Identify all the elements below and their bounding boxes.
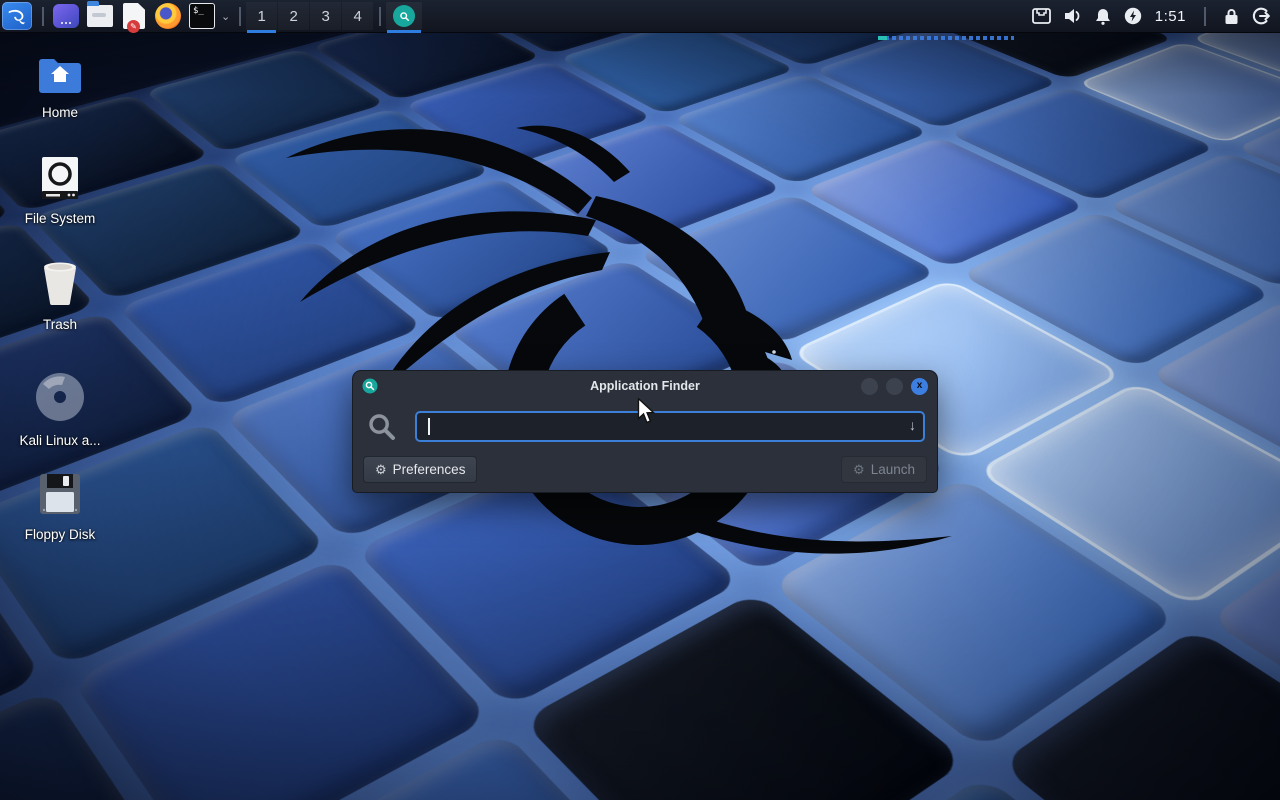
search-input[interactable] [415, 411, 925, 442]
launch-label: Launch [871, 462, 915, 477]
desktop-icon-label: Kali Linux a... [12, 433, 108, 448]
panel-separator [239, 7, 241, 26]
network-icon[interactable] [1032, 8, 1051, 24]
appfinder-taskbar-icon [393, 5, 415, 27]
firefox-icon [155, 3, 181, 29]
panel-separator [42, 7, 44, 26]
launch-gear-icon: ⚙ [853, 462, 865, 478]
clock[interactable]: 1:51 [1155, 8, 1186, 25]
desktop-icon-file-system[interactable]: File System [12, 156, 108, 226]
desktop-icon-label: File System [12, 211, 108, 226]
hard-drive-icon [39, 156, 81, 200]
kali-dragon-icon [6, 5, 28, 27]
launcher-desktop-app[interactable] [51, 2, 81, 30]
gear-icon: ⚙ [375, 462, 387, 478]
close-button[interactable]: x [911, 378, 928, 395]
desktop-icon-trash[interactable]: Trash [12, 260, 108, 332]
workspace-label: 1 [258, 8, 266, 25]
desktop-icon-kali-linux[interactable]: Kali Linux a... [12, 372, 108, 448]
notifications-icon[interactable] [1095, 8, 1111, 25]
window-title: Application Finder [353, 379, 937, 393]
desktop-icon-home[interactable]: Home [12, 56, 108, 120]
workspace-4[interactable]: 4 [342, 2, 373, 30]
home-folder-icon [37, 56, 83, 94]
panel-separator [379, 7, 381, 26]
chevron-down-icon[interactable]: ⌄ [221, 10, 230, 23]
workspace-label: 3 [322, 8, 330, 25]
trash-icon [38, 260, 82, 306]
launcher-text-editor[interactable]: ✎ [119, 2, 149, 30]
workspace-label: 2 [290, 8, 298, 25]
desktop-icon-floppy-disk[interactable]: Floppy Disk [12, 472, 108, 542]
workspace-3[interactable]: 3 [310, 2, 341, 30]
volume-icon[interactable] [1064, 8, 1082, 24]
titlebar[interactable]: Application Finder x [353, 371, 937, 401]
desktop-icon-label: Floppy Disk [12, 527, 108, 542]
workspace-label: 4 [354, 8, 362, 25]
terminal-icon: $_ [189, 3, 215, 29]
launcher-file-manager[interactable] [85, 2, 115, 30]
workspace-1[interactable]: 1 [246, 2, 277, 30]
wallpaper-code-text [878, 36, 1014, 40]
preferences-button[interactable]: ⚙ Preferences [363, 456, 477, 483]
preferences-label: Preferences [393, 462, 466, 477]
desktop-icon-label: Trash [12, 317, 108, 332]
floppy-icon [38, 472, 82, 516]
folder-icon [87, 5, 113, 27]
search-icon [367, 412, 397, 442]
applications-menu-button[interactable] [2, 2, 32, 30]
workspace-2[interactable]: 2 [278, 2, 309, 30]
launcher-web-browser[interactable] [153, 2, 183, 30]
disc-icon [35, 372, 85, 422]
minimize-button[interactable] [861, 378, 878, 395]
power-icon[interactable] [1124, 7, 1142, 25]
purple-window-icon [53, 4, 79, 28]
text-caret [428, 418, 430, 435]
logout-icon[interactable] [1252, 7, 1270, 25]
edit-badge-icon: ✎ [127, 20, 140, 33]
desktop-icon-label: Home [12, 105, 108, 120]
launch-button[interactable]: ⚙ Launch [841, 456, 927, 483]
maximize-button[interactable] [886, 378, 903, 395]
lock-icon[interactable] [1224, 8, 1239, 25]
top-panel: ✎ $_ ⌄ 1 2 3 4 [0, 0, 1280, 33]
panel-separator [1204, 7, 1206, 26]
application-finder-window: Application Finder x ↓ ⚙ Preferences ⚙ L… [352, 370, 938, 493]
taskbar-application-finder[interactable] [386, 2, 422, 30]
launcher-terminal[interactable]: $_ [187, 2, 217, 30]
